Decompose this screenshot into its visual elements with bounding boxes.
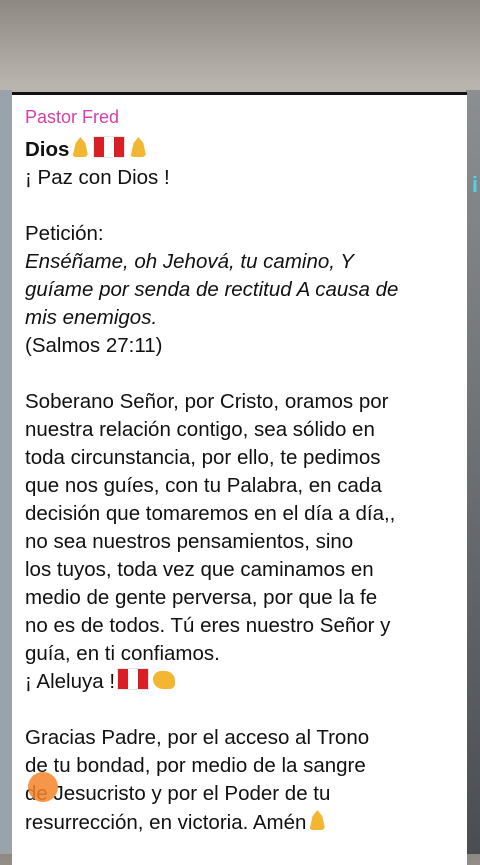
- prayer-line: decisión que tomaremos en el día a día,,: [25, 502, 396, 525]
- message-title-line: Dios: [25, 135, 450, 164]
- closing-line: Gracias Padre, por el acceso al Trono: [25, 726, 370, 749]
- peru-flag-icon: [117, 668, 150, 690]
- verse-line: Enséñame, oh Jehová, tu camino, Y: [25, 250, 354, 273]
- message-bubble[interactable]: Pastor Fred Dios ¡ Paz con Dios ! Petici…: [12, 92, 467, 865]
- greeting: ¡ Paz con Dios !: [25, 166, 170, 189]
- aleluya-line: ¡ Aleluya !: [25, 668, 450, 696]
- prayer-line: no es de todos. Tú eres nuestro Señor y: [25, 614, 391, 637]
- closing-line: de Jesucristo y por el Poder de tu: [25, 782, 331, 805]
- verse-line: guíame por senda de rectitud A causa de: [25, 278, 399, 301]
- background-right-edge: [466, 90, 480, 854]
- praying-hands-icon: [127, 135, 149, 159]
- prayer-line: guía, en ti confiamos.: [25, 642, 220, 665]
- praying-hands-icon: [306, 808, 328, 832]
- message-body: Dios ¡ Paz con Dios ! Petición: Enséñame…: [25, 135, 450, 837]
- prayer-line: medio de gente perversa, por que la fe: [25, 586, 378, 609]
- sender-name[interactable]: Pastor Fred: [25, 107, 119, 128]
- closing-line: resurrección, en victoria. Amén: [25, 808, 450, 837]
- prayer-line: nuestra relación contigo, sea sólido en: [25, 418, 375, 441]
- prayer-line: Soberano Señor, por Cristo, oramos por: [25, 390, 389, 413]
- background-left-edge: [0, 90, 12, 854]
- prayer-line: los tuyos, toda vez que caminamos en: [25, 558, 374, 581]
- praying-hands-icon: [69, 135, 91, 159]
- aleluya-text: ¡ Aleluya !: [25, 670, 116, 693]
- background-glyph: i: [471, 172, 478, 197]
- verse-line: mis enemigos.: [25, 306, 158, 329]
- message-title: Dios: [25, 138, 70, 161]
- verse-reference: (Salmos 27:11): [25, 334, 163, 357]
- watermark-logo-icon: [28, 772, 58, 802]
- closing-line: de tu bondad, por medio de la sangre: [25, 754, 366, 777]
- prayer-line: toda circunstancia, por ello, te pedimos: [25, 446, 381, 469]
- closing-text: resurrección, en victoria. Amén: [25, 811, 307, 834]
- prayer-line: que nos guíes, con tu Palabra, en cada: [25, 474, 382, 497]
- peru-flag-icon: [93, 136, 126, 158]
- watermark: [28, 772, 58, 802]
- petition-label: Petición:: [25, 222, 104, 245]
- prayer-line: no sea nuestros pensamientos, sino: [25, 530, 354, 553]
- flexed-biceps-icon: [151, 668, 177, 692]
